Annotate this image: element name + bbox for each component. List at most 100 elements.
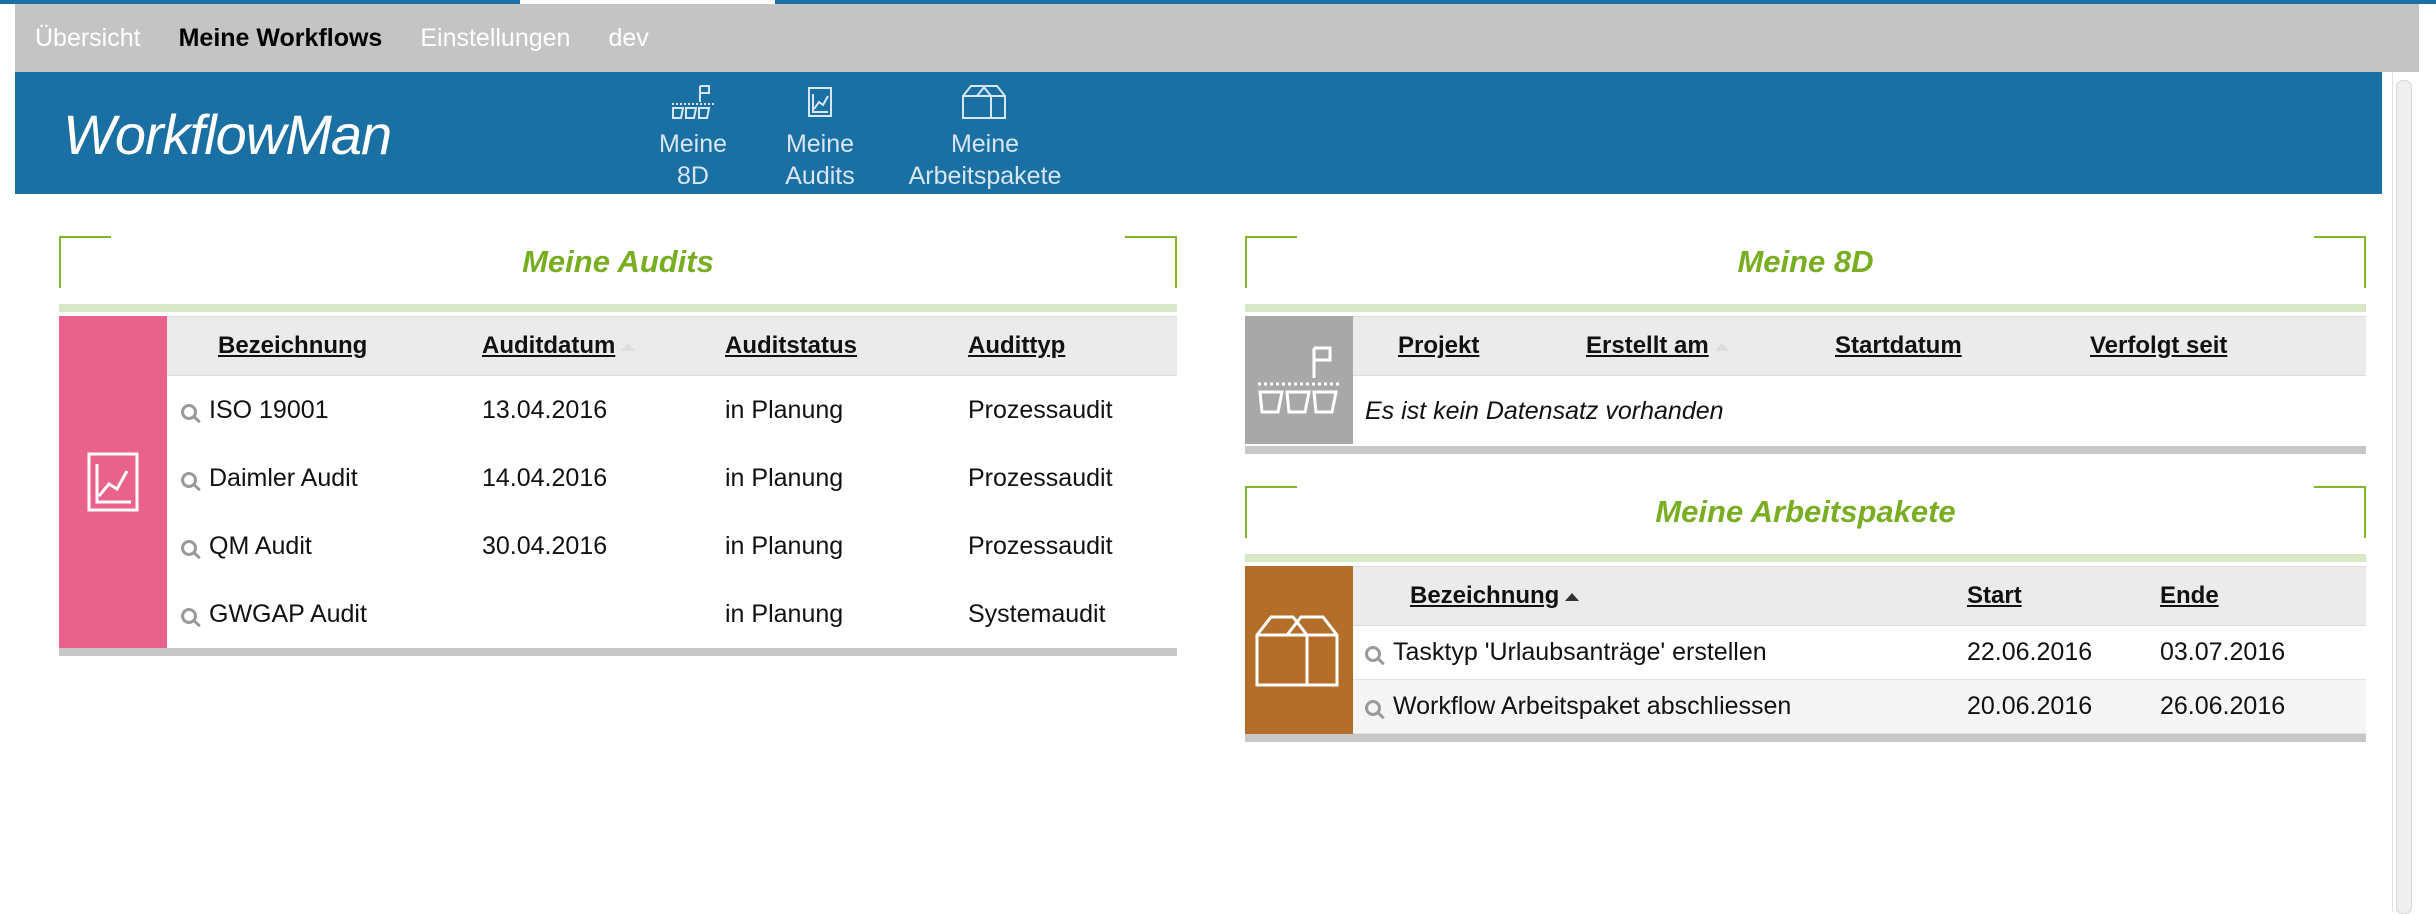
cell-bezeichnung-text: QM Audit bbox=[209, 531, 312, 560]
work-package-icon bbox=[962, 85, 1006, 119]
empty-state-text: Es ist kein Datensatz vorhanden bbox=[1365, 396, 1724, 425]
column-header-verfolgt-seit[interactable]: Verfolgt seit bbox=[2090, 332, 2340, 360]
cell-ende: 26.06.2016 bbox=[2160, 692, 2346, 721]
cell-ende-text: 26.06.2016 bbox=[2160, 692, 2286, 720]
cell-audittyp: Prozessaudit bbox=[968, 464, 1177, 493]
column-header-audittyp[interactable]: Audittyp bbox=[968, 332, 1177, 360]
workpackages-panel-header: Meine Arbeitspakete bbox=[1245, 486, 2366, 554]
workpackages-table-header: Bezeichnung Start Ende bbox=[1353, 566, 2366, 626]
app-brand[interactable]: WorkflowMan bbox=[63, 102, 392, 167]
top-navigation: Übersicht Meine Workflows Einstellungen … bbox=[15, 4, 2419, 72]
cell-auditstatus-text: in Planung bbox=[725, 395, 844, 424]
flag-8d-icon bbox=[1258, 346, 1340, 414]
cell-auditdatum-text: 14.04.2016 bbox=[482, 463, 608, 492]
flag-8d-icon bbox=[672, 85, 714, 119]
cell-auditstatus: in Planung bbox=[725, 396, 968, 425]
eightd-title-bar bbox=[1245, 304, 2366, 312]
table-row[interactable]: Daimler Audit 14.04.2016 in Planung Prozess… bbox=[167, 444, 1177, 512]
audit-chart-icon bbox=[808, 87, 832, 117]
column-header-projekt[interactable]: Projekt bbox=[1353, 332, 1586, 360]
audits-side-tile bbox=[59, 316, 167, 648]
header-nav-8d-line2: 8D bbox=[677, 162, 709, 190]
audits-body: Bezeichnung Auditdatum Auditstatus Audit… bbox=[59, 316, 1177, 648]
eightd-side-tile bbox=[1245, 316, 1353, 444]
magnifier-icon[interactable] bbox=[1365, 646, 1381, 662]
cell-audittyp: Prozessaudit bbox=[968, 532, 1177, 561]
eightd-panel: Meine 8D Projekt Erstellt am Startdatum … bbox=[1245, 236, 2366, 454]
column-header-auditdatum-label: Auditdatum bbox=[482, 332, 616, 359]
cell-auditstatus-text: in Planung bbox=[725, 599, 844, 628]
header-nav-arbeitspakete-line2: Arbeitspakete bbox=[908, 162, 1062, 190]
cell-bezeichnung-text: Workflow Arbeitspaket abschliessen bbox=[1393, 692, 1792, 720]
sort-ascending-icon bbox=[621, 342, 636, 351]
cell-auditdatum-text: 13.04.2016 bbox=[482, 395, 608, 424]
cell-ende: 03.07.2016 bbox=[2160, 638, 2346, 667]
table-row[interactable]: GWGAP Audit in Planung Systemaudit bbox=[167, 580, 1177, 648]
column-header-bezeichnung[interactable]: Bezeichnung bbox=[1353, 582, 1967, 610]
cell-start: 20.06.2016 bbox=[1967, 692, 2160, 721]
cell-audittyp-text: Prozessaudit bbox=[968, 463, 1113, 492]
nav-meine-workflows[interactable]: Meine Workflows bbox=[179, 24, 383, 53]
table-row[interactable]: ISO 19001 13.04.2016 in Planung Prozessaudi… bbox=[167, 376, 1177, 444]
cell-auditstatus: in Planung bbox=[725, 464, 968, 493]
magnifier-icon[interactable] bbox=[181, 471, 197, 488]
workpackages-panel-title: Meine Arbeitspakete bbox=[1655, 494, 1956, 529]
cell-audittyp: Systemaudit bbox=[968, 600, 1177, 629]
cell-bezeichnung[interactable]: ISO 19001 bbox=[167, 396, 482, 425]
magnifier-icon[interactable] bbox=[1365, 700, 1381, 716]
vertical-scrollbar-thumb[interactable] bbox=[2396, 80, 2412, 914]
table-row[interactable]: Workflow Arbeitspaket abschliessen 20.06.… bbox=[1353, 680, 2366, 734]
audits-table-rows: ISO 19001 13.04.2016 in Planung Prozessaudi… bbox=[167, 376, 1177, 648]
eightd-table: Projekt Erstellt am Startdatum Verfolgt … bbox=[1353, 316, 2366, 446]
table-row[interactable]: Tasktyp 'Urlaubsanträge' erstellen 22.06.… bbox=[1353, 626, 2366, 680]
eightd-panel-title: Meine 8D bbox=[1737, 244, 1874, 279]
column-header-auditstatus[interactable]: Auditstatus bbox=[725, 332, 968, 360]
header-nav-audits-line2: Audits bbox=[785, 162, 855, 190]
magnifier-icon[interactable] bbox=[181, 607, 197, 624]
audit-chart-icon bbox=[87, 452, 139, 512]
cell-audittyp: Prozessaudit bbox=[968, 396, 1177, 425]
cell-bezeichnung[interactable]: Workflow Arbeitspaket abschliessen bbox=[1353, 692, 1967, 721]
nav-dev[interactable]: dev bbox=[608, 24, 648, 53]
cell-bezeichnung[interactable]: Daimler Audit bbox=[167, 464, 482, 493]
cell-bezeichnung-text: ISO 19001 bbox=[209, 395, 329, 424]
column-header-startdatum[interactable]: Startdatum bbox=[1835, 332, 2090, 360]
column-header-start[interactable]: Start bbox=[1967, 582, 2160, 610]
header-nav-arbeitspakete[interactable]: Meine Arbeitspakete bbox=[890, 82, 1080, 192]
cell-bezeichnung[interactable]: GWGAP Audit bbox=[167, 600, 482, 629]
column-header-bezeichnung[interactable]: Bezeichnung bbox=[167, 332, 482, 360]
workpackages-bottom-line bbox=[1245, 734, 2366, 742]
cell-start: 22.06.2016 bbox=[1967, 638, 2160, 667]
app-header: WorkflowMan Meine 8D Meine Audits Meine … bbox=[15, 72, 2382, 194]
nav-uebersicht[interactable]: Übersicht bbox=[35, 24, 141, 53]
cell-bezeichnung[interactable]: Tasktyp 'Urlaubsanträge' erstellen bbox=[1353, 638, 1967, 667]
eightd-bottom-line bbox=[1245, 446, 2366, 454]
magnifier-icon[interactable] bbox=[181, 403, 197, 420]
table-row[interactable]: QM Audit 30.04.2016 in Planung Prozessaudit bbox=[167, 512, 1177, 580]
cell-auditdatum: 30.04.2016 bbox=[482, 532, 725, 561]
cell-bezeichnung-text: GWGAP Audit bbox=[209, 599, 367, 628]
header-nav-audits[interactable]: Meine Audits bbox=[765, 82, 875, 192]
header-nav-8d[interactable]: Meine 8D bbox=[638, 82, 748, 192]
eightd-body: Projekt Erstellt am Startdatum Verfolgt … bbox=[1245, 316, 2366, 446]
header-nav-arbeitspakete-line1: Meine bbox=[950, 130, 1020, 158]
workpackages-title-bar bbox=[1245, 554, 2366, 562]
empty-state-row: Es ist kein Datensatz vorhanden bbox=[1353, 376, 2366, 446]
nav-einstellungen[interactable]: Einstellungen bbox=[420, 24, 570, 53]
cell-audittyp-text: Prozessaudit bbox=[968, 395, 1113, 424]
column-header-ende[interactable]: Ende bbox=[2160, 582, 2346, 610]
audits-table: Bezeichnung Auditdatum Auditstatus Audit… bbox=[167, 316, 1177, 648]
cell-auditdatum: 13.04.2016 bbox=[482, 396, 725, 425]
cell-bezeichnung-text: Daimler Audit bbox=[209, 463, 358, 492]
workpackages-side-tile bbox=[1245, 566, 1353, 734]
column-header-bezeichnung-label: Bezeichnung bbox=[1410, 582, 1560, 609]
column-header-auditdatum[interactable]: Auditdatum bbox=[482, 332, 725, 360]
cell-audittyp-text: Systemaudit bbox=[968, 599, 1106, 628]
sort-ascending-icon bbox=[1565, 592, 1580, 601]
magnifier-icon[interactable] bbox=[181, 539, 197, 556]
header-nav-audits-line1: Meine bbox=[785, 130, 855, 158]
audits-bottom-line bbox=[59, 648, 1177, 656]
cell-bezeichnung[interactable]: QM Audit bbox=[167, 532, 482, 561]
cell-auditstatus: in Planung bbox=[725, 532, 968, 561]
column-header-erstellt-am[interactable]: Erstellt am bbox=[1586, 332, 1835, 360]
